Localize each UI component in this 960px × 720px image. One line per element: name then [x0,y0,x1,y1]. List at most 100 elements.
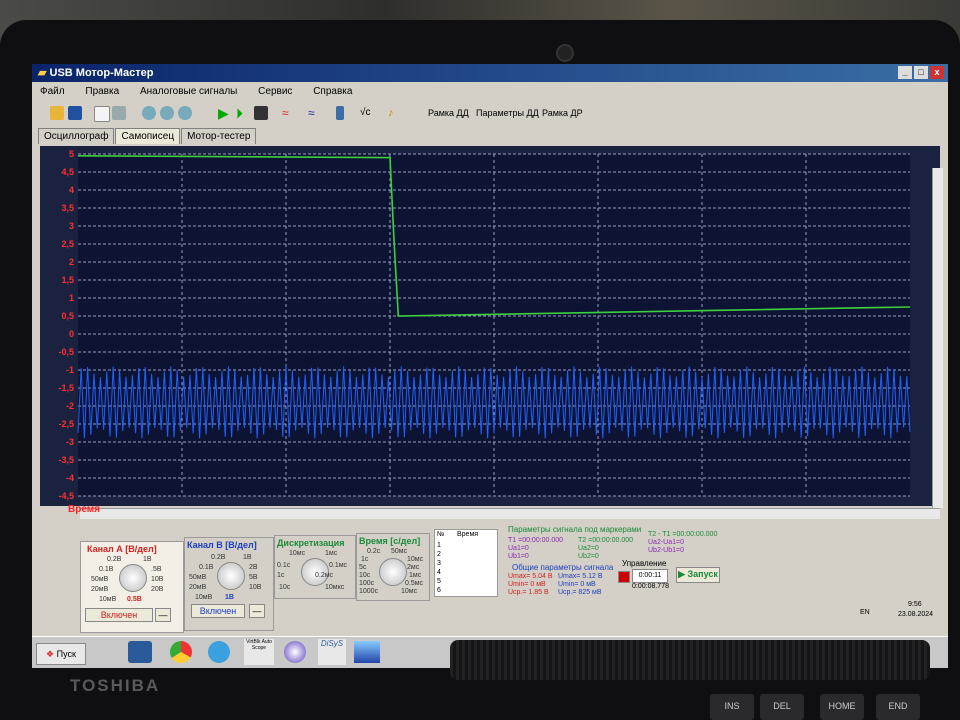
ch-a-tick: 20В [151,586,164,593]
list-item[interactable]: 5 [437,578,441,585]
sound-icon[interactable]: ♪ [388,106,402,120]
vertical-scrollbar[interactable] [932,168,943,508]
mode-tabs: Осциллограф Самописец Мотор-тестер [38,128,257,146]
channel-a-knob[interactable] [119,564,147,592]
channel-a-group: Канал А [В/дел] 0.2В 1В 0.1В .5В 50мВ 10… [80,541,184,633]
time-div-knob[interactable] [379,558,407,586]
menu-file[interactable]: Файл [40,86,65,97]
preview-icon[interactable] [94,106,110,122]
open-icon[interactable] [50,106,64,120]
frame-dd-button[interactable]: Рамка ДД [428,108,469,118]
start-menu-button[interactable]: ❖ Пуск [36,643,86,665]
list-col-number: № [437,531,445,538]
general-a-max: Umax= 5.04 В [508,573,553,580]
ch-b-tick: 10В [249,584,262,591]
channel-a-title: Канал А [В/дел] [87,544,157,554]
general-b-min: Umin= 0 мВ [558,581,596,588]
zoom-in-icon[interactable] [142,106,156,120]
key-home[interactable]: HOME [820,694,864,720]
params-dd-button[interactable]: Параметры ДД [476,108,539,118]
start-menu-label: Пуск [56,649,76,659]
close-icon[interactable]: x [930,66,944,79]
time-tick: 10мс [407,556,424,563]
signal-icon[interactable]: ≈ [282,106,296,120]
menu-analog[interactable]: Аналоговые сигналы [140,86,237,97]
channel-a-enable-button[interactable]: Включен [85,608,153,622]
virtblk-icon[interactable]: VirtBlk Auto Scope [244,639,274,665]
channel-b-enable-button[interactable]: Включен [191,604,245,618]
control-time-field[interactable]: 0:00:11 [632,569,668,583]
y-tick-label: 2,5 [61,239,74,249]
menu-service[interactable]: Сервис [258,86,292,97]
marker-ub1: Ub1=0 [508,553,529,560]
list-item[interactable]: 1 [437,542,441,549]
disys-icon[interactable]: DiSyS [318,639,346,665]
zoom-fit-icon[interactable] [178,106,192,120]
key-del[interactable]: DEL [760,694,804,720]
markers-title: Параметры сигнала под маркерами [508,525,642,534]
menu-help[interactable]: Справка [313,86,352,97]
menu-edit[interactable]: Правка [85,86,119,97]
laptop-brand: TOSHIBA [70,676,161,695]
list-item[interactable]: 2 [437,551,441,558]
marker-t1: T1 =00:00:00.000 [508,537,564,544]
sqrt-icon[interactable]: √c [360,106,374,120]
ch-b-tick: 0.1В [199,564,214,571]
waveform-plot[interactable]: 5 4,5 4 3,5 3 2,5 2 1,5 1 0,5 0 -0,5 -1 -1,5 -2 -2,5 -3 -… [40,146,940,506]
maximize-icon[interactable]: □ [914,66,928,79]
tab-recorder[interactable]: Самописец [115,128,181,144]
zoom-out-icon[interactable] [160,106,174,120]
y-tick-label: 2 [69,257,74,267]
ch-b-tick: 10мВ [195,594,213,601]
ch-b-tick: 50мВ [189,574,207,581]
y-tick-label: -4,5 [58,491,74,501]
waveform-svg: 5 4,5 4 3,5 3 2,5 2 1,5 1 0,5 0 -0,5 -1 -1,5 -2 -2,5 -3 -… [58,149,911,501]
record-icon[interactable] [618,571,630,583]
tray-lang[interactable]: EN [860,609,870,616]
channel-b-value: 1В [225,594,234,601]
tab-oscilloscope[interactable]: Осциллограф [38,128,115,144]
print-icon[interactable] [112,106,126,120]
time-tick: 1мс [409,572,422,579]
channel-b-minus-button[interactable]: — [249,604,265,618]
frame-dr-button[interactable]: Рамка ДР [542,108,583,118]
channel-a-value: 0.5В [127,596,142,603]
play-step-icon[interactable]: ⏵ [236,106,250,120]
marker-ua2-ua1: Ua2-Ua1=0 [648,539,684,546]
marker-t2: T2 =00:00:00.000 [578,537,634,544]
motor-master-icon[interactable] [354,641,380,663]
tab-motor-tester[interactable]: Мотор-тестер [181,128,257,144]
app-disc-icon[interactable] [284,641,306,663]
channel-b-knob[interactable] [217,562,245,590]
channel-b-title: Канал В [В/дел] [187,540,257,550]
play-icon[interactable]: ▶ [218,106,232,120]
menu-bar: Файл Правка Аналоговые сигналы Сервис Сп… [32,84,948,100]
horizontal-scrollbar[interactable] [80,508,940,519]
disc-tick: 1с [277,572,285,579]
disc-tick: 1мс [325,550,338,557]
battery-icon[interactable] [336,106,344,120]
ie-icon[interactable] [208,641,230,663]
list-item[interactable]: 6 [437,587,441,594]
stop-icon[interactable] [254,106,268,120]
chrome-icon[interactable] [170,641,192,663]
start-button[interactable]: ▶ Запуск [676,567,720,583]
save-icon[interactable] [68,106,82,120]
channel-a-minus-button[interactable]: — [155,608,171,622]
list-item[interactable]: 3 [437,560,441,567]
minimize-icon[interactable]: _ [898,66,912,79]
marker-ua2: Ua2=0 [578,545,599,552]
key-end[interactable]: END [876,694,920,720]
general-a-min: Umin= 0 мВ [508,581,546,588]
disc-tick: 10с [279,584,291,591]
list-item[interactable]: 4 [437,569,441,576]
event-list[interactable]: № Время 1 2 3 4 5 6 [434,529,498,597]
time-tick: 10с [359,572,371,579]
y-tick-label: -2,5 [58,419,74,429]
tray-time: 9:56 [908,601,922,608]
disc-tick: 0.1с [277,562,291,569]
key-ins[interactable]: INS [710,694,754,720]
time-tick: 1000с [359,588,379,595]
file-explorer-icon[interactable] [128,641,152,663]
signal-b-icon[interactable]: ≈ [308,106,322,120]
